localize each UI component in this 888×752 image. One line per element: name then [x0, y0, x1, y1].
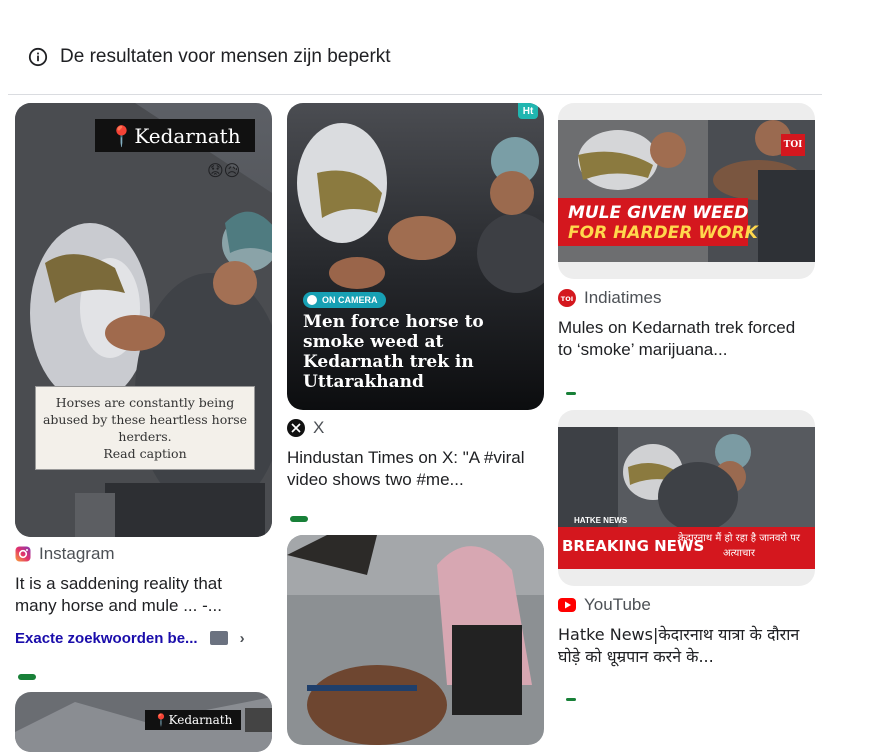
- headline-overlay: Men force horse to smoke weed at Kedarna…: [303, 312, 484, 392]
- source-name: Instagram: [39, 544, 115, 563]
- hindi-banner-text: केदारनाथ मैं हो रहा है जानवरो पर अत्याचा…: [677, 533, 801, 559]
- hindustan-times-image[interactable]: Ht ON CAMERA Men force horse to smoke we…: [287, 103, 544, 410]
- svg-text:TOI: TOI: [561, 295, 573, 303]
- chip-thumbnail: [209, 631, 228, 645]
- emoji-overlay: 😟😥: [207, 163, 241, 180]
- kedarnath-tag: 📍Kedarnath: [95, 119, 255, 152]
- source-name: X: [313, 418, 325, 437]
- chevron-right-icon: ›: [239, 629, 245, 647]
- youtube-source[interactable]: YouTube: [558, 595, 651, 615]
- ht-logo: Ht: [518, 103, 538, 119]
- banner-line-2: FOR HARDER WORK: [568, 223, 758, 243]
- woman-horse-photo: [287, 535, 544, 745]
- divider: [8, 94, 822, 95]
- banner-line-1: MULE GIVEN WEED: [568, 203, 749, 223]
- instagram-image[interactable]: 📍Kedarnath 😟😥 Horses are constantly bein…: [15, 103, 272, 537]
- cut-off-indicator: [566, 392, 576, 395]
- hatke-news-tag: HATKE NEWS: [574, 515, 628, 525]
- instagram-source[interactable]: Instagram: [15, 544, 115, 564]
- youtube-title[interactable]: Hatke News|केदारनाथ यात्रा के दौरान घोड़…: [558, 624, 808, 668]
- indiatimes-image[interactable]: TOI MULE GIVEN WEED FOR HARDER WORK: [558, 103, 815, 279]
- instagram-icon: [15, 546, 31, 562]
- toi-icon: TOI: [558, 289, 576, 307]
- kedarnath-tag-2: 📍Kedarnath: [145, 710, 241, 730]
- source-name: YouTube: [584, 595, 651, 614]
- source-name: Indiatimes: [584, 288, 662, 307]
- x-source[interactable]: X: [287, 418, 324, 438]
- exact-keywords-chip[interactable]: Exacte zoekwoorden be... ›: [15, 627, 245, 649]
- results-limited-notice: De resultaten voor mensen zijn beperkt: [28, 44, 391, 70]
- cut-off-indicator: [18, 674, 36, 680]
- hindustan-times-title[interactable]: Hindustan Times on X: "A #viral video sh…: [287, 447, 537, 491]
- instagram-title[interactable]: It is a saddening reality that many hors…: [15, 573, 265, 617]
- caption-box: Horses are constantly being abused by th…: [35, 386, 255, 470]
- woman-horse-image[interactable]: [287, 535, 544, 745]
- chip-label: Exacte zoekwoorden be...: [15, 629, 198, 647]
- youtube-image[interactable]: HATKE NEWS BREAKING NEWS केदारनाथ मैं हो…: [558, 410, 815, 586]
- indiatimes-source[interactable]: TOI Indiatimes: [558, 288, 661, 308]
- toi-logo: TOI: [781, 134, 805, 156]
- play-icon: [307, 295, 317, 305]
- instagram-image-2[interactable]: 📍Kedarnath: [15, 692, 272, 752]
- notice-text: De resultaten voor mensen zijn beperkt: [60, 46, 391, 67]
- cut-off-indicator: [290, 516, 308, 522]
- cut-off-indicator: [566, 698, 576, 701]
- info-icon[interactable]: [28, 47, 48, 67]
- youtube-icon: [558, 598, 576, 612]
- x-logo-icon: [287, 419, 305, 437]
- on-camera-badge: ON CAMERA: [303, 292, 386, 308]
- indiatimes-title[interactable]: Mules on Kedarnath trek forced to ‘smoke…: [558, 317, 808, 361]
